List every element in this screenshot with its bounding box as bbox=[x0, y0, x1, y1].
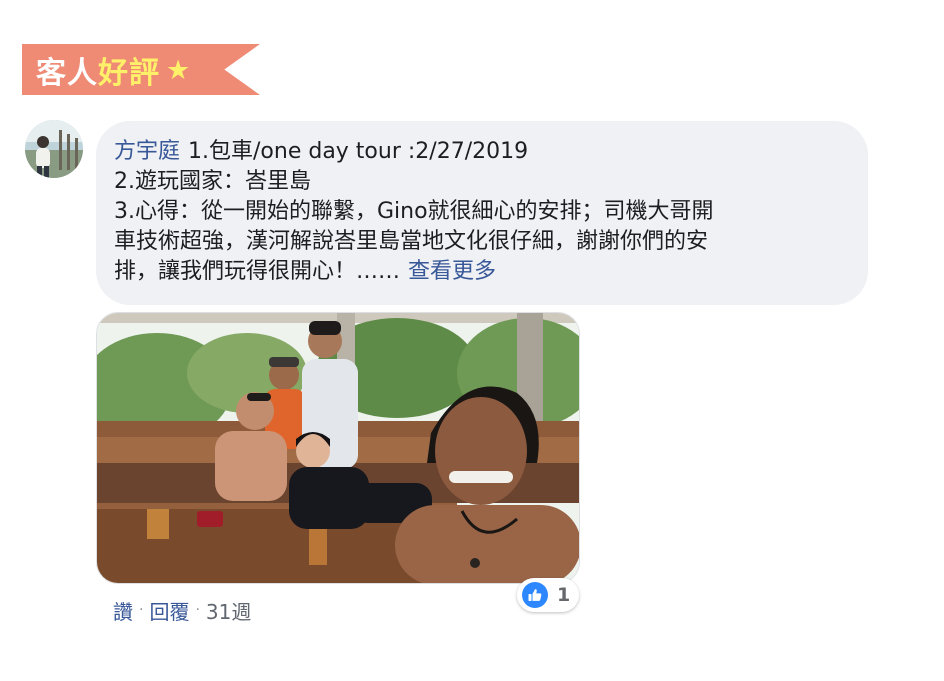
comment-bubble: 方宇庭 1.包車/one day tour :2/27/2019 2.遊玩國家：峇… bbox=[96, 121, 868, 305]
avatar-image bbox=[25, 120, 83, 178]
comment-text: 方宇庭 1.包車/one day tour :2/27/2019 2.遊玩國家：峇… bbox=[114, 137, 854, 287]
comment-line-5: 排，讓我們玩得很開心！…… 查看更多 bbox=[114, 257, 854, 287]
comment-line-3: 3.心得：從一開始的聯繫，Gino就很細心的安排；司機大哥開 bbox=[114, 199, 714, 224]
comment-line-text: 排，讓我們玩得很開心！…… bbox=[114, 259, 401, 284]
header-title: 客人 好評 ★ bbox=[36, 50, 192, 92]
reaction-badge[interactable]: 1 bbox=[517, 578, 579, 612]
separator: · bbox=[195, 602, 200, 618]
comment-photo[interactable] bbox=[96, 312, 580, 584]
see-more-link[interactable]: 查看更多 bbox=[408, 259, 496, 284]
comment-actions: 讚 · 回覆 · 31週 bbox=[113, 596, 251, 624]
timestamp[interactable]: 31週 bbox=[206, 596, 251, 625]
comment-line-4: 車技術超強，漢河解說峇里島當地文化很仔細，謝謝你們的安 bbox=[114, 229, 709, 254]
review-card: 客人 好評 ★ 方宇庭 1.包車/one day tour :2/27/2019 2.… bbox=[0, 0, 944, 681]
like-icon bbox=[522, 582, 548, 608]
like-link[interactable]: 讚 bbox=[113, 596, 133, 625]
star-icon: ★ bbox=[166, 54, 192, 86]
separator: · bbox=[139, 602, 144, 618]
reply-link[interactable]: 回覆 bbox=[149, 596, 189, 625]
header-title-part2: 好評 bbox=[98, 56, 160, 91]
avatar[interactable] bbox=[25, 120, 83, 178]
reaction-count: 1 bbox=[557, 584, 571, 606]
comment-line-text: 1.包車/one day tour :2/27/2019 bbox=[188, 139, 529, 164]
group-photo-image bbox=[97, 313, 579, 583]
comment-line-1: 方宇庭 1.包車/one day tour :2/27/2019 bbox=[114, 137, 854, 167]
comment-author[interactable]: 方宇庭 bbox=[114, 139, 180, 164]
header-title-part1: 客人 bbox=[36, 56, 98, 91]
comment-line-2: 2.遊玩國家：峇里島 bbox=[114, 169, 311, 194]
